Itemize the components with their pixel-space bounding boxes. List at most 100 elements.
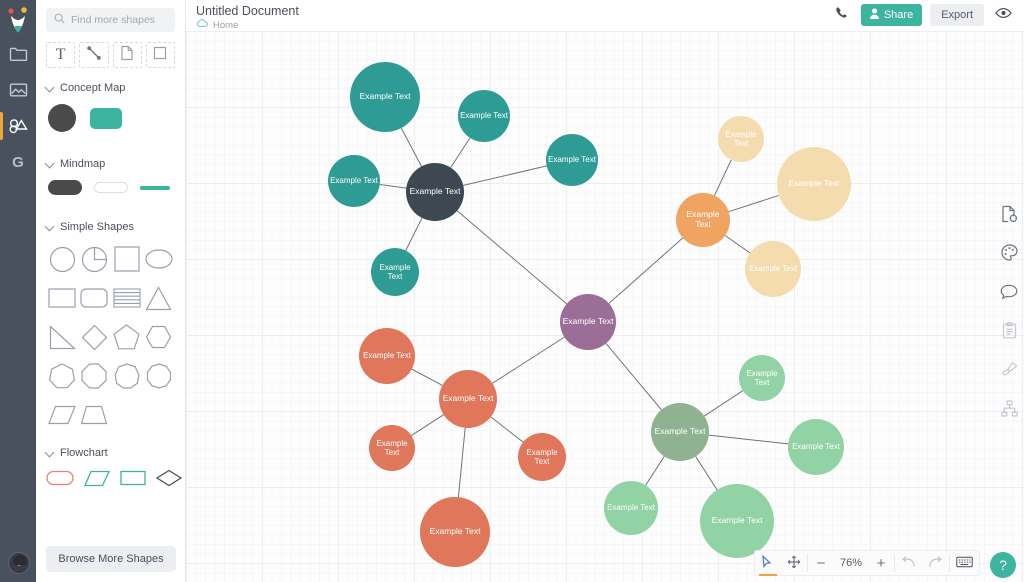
square-tool[interactable] <box>145 42 175 68</box>
shape-arc[interactable] <box>78 243 110 275</box>
image-icon <box>9 82 28 98</box>
shape-dark-circle[interactable] <box>48 104 76 132</box>
shape-nonagon[interactable] <box>111 360 143 392</box>
pan-tool-button[interactable] <box>781 550 807 576</box>
section-header-flowchart[interactable]: Flowchart <box>46 447 175 459</box>
user-avatar[interactable] <box>8 552 30 574</box>
notes-button[interactable] <box>998 322 1020 344</box>
concept-map-node[interactable]: Example Text <box>651 403 709 461</box>
shape-terminator[interactable] <box>46 470 74 491</box>
shape-decagon[interactable] <box>143 360 175 392</box>
select-tool-button[interactable] <box>755 550 781 576</box>
comments-button[interactable] <box>998 283 1020 305</box>
keyboard-shortcuts-button[interactable] <box>950 550 979 576</box>
section-header-simple-shapes[interactable]: Simple Shapes <box>46 221 175 233</box>
section-header-mindmap[interactable]: Mindmap <box>46 158 175 170</box>
shape-dark-stadium[interactable] <box>48 180 82 195</box>
text-tool[interactable]: T <box>46 42 76 68</box>
concept-map-node[interactable]: Example Text <box>718 116 764 162</box>
text-tool-icon: T <box>55 46 66 63</box>
concept-map-node[interactable]: Example Text <box>439 370 497 428</box>
breadcrumb-label: Home <box>213 19 239 31</box>
theme-colors-button[interactable] <box>998 244 1020 266</box>
diagram-canvas[interactable]: Example Text Example Text Example Text Exam… <box>186 31 1024 582</box>
concept-map-node[interactable]: Example Text <box>560 294 616 350</box>
shape-teal-line[interactable] <box>140 185 170 190</box>
shape-dotted-stadium[interactable] <box>94 182 128 193</box>
node-label: Example Text <box>562 316 614 327</box>
undo-button[interactable] <box>895 550 922 576</box>
zoom-out-button[interactable]: − <box>808 550 834 576</box>
breadcrumb[interactable]: Home <box>196 19 299 31</box>
shape-search-box[interactable] <box>46 8 175 32</box>
shape-rounded-rectangle[interactable] <box>78 282 110 314</box>
mindmap-shapes <box>46 180 175 195</box>
browse-more-shapes-button[interactable]: Browse More Shapes <box>46 546 176 572</box>
shape-search-input[interactable] <box>71 14 167 26</box>
help-button[interactable]: ? <box>990 552 1016 578</box>
sidebar-item-shapes[interactable] <box>0 108 36 144</box>
shape-triangle[interactable] <box>143 282 175 314</box>
app-logo-icon[interactable] <box>5 6 31 36</box>
node-label: Example Text <box>330 176 378 186</box>
concept-map-node[interactable]: Example Text <box>371 248 419 296</box>
concept-map-node[interactable]: Example Text <box>777 147 851 221</box>
shape-rectangle[interactable] <box>46 282 78 314</box>
share-button[interactable]: Share <box>860 4 923 26</box>
concept-map-node[interactable]: Example Text <box>546 134 598 186</box>
format-painter-button[interactable] <box>998 361 1020 383</box>
zoom-in-button[interactable]: + <box>868 550 894 576</box>
shape-teal-rounded-rect[interactable] <box>90 107 122 129</box>
concept-map-node[interactable]: Example Text <box>406 163 464 221</box>
node-label: Example Text <box>460 111 508 121</box>
concept-map-node[interactable]: Example Text <box>700 484 774 558</box>
shape-trapezoid[interactable] <box>78 399 110 431</box>
sidebar-item-files[interactable] <box>0 36 36 72</box>
call-button[interactable] <box>831 4 853 26</box>
shape-pentagon[interactable] <box>111 321 143 353</box>
page-icon <box>120 45 134 66</box>
concept-map-node[interactable]: Example Text <box>359 328 415 384</box>
shape-table[interactable] <box>111 282 143 314</box>
shape-process-rectangle[interactable] <box>120 470 146 491</box>
shape-data-parallelogram[interactable] <box>84 470 111 492</box>
shape-heptagon[interactable] <box>46 360 78 392</box>
concept-map-node[interactable]: Example Text <box>369 425 415 471</box>
concept-map-node[interactable]: Example Text <box>604 481 658 535</box>
concept-map-node[interactable]: Example Text <box>328 155 380 207</box>
shape-ellipse[interactable] <box>143 243 175 275</box>
zoom-level[interactable]: 76% <box>834 550 868 576</box>
shape-octagon[interactable] <box>78 360 110 392</box>
concept-map-node[interactable]: Example Text <box>745 241 801 297</box>
shape-square[interactable] <box>111 243 143 275</box>
concept-map-node[interactable]: Example Text <box>788 419 844 475</box>
concept-map-shapes <box>46 104 175 132</box>
shape-parallelogram[interactable] <box>46 399 78 431</box>
shape-decision-diamond[interactable] <box>155 469 183 492</box>
document-settings-button[interactable] <box>998 205 1020 227</box>
help-label: ? <box>999 557 1007 573</box>
concept-map-node[interactable]: Example Text <box>420 497 490 567</box>
section-header-concept-map[interactable]: Concept Map <box>46 82 175 94</box>
concept-map-node[interactable]: Example Text <box>458 90 510 142</box>
concept-map-node[interactable]: Example Text <box>676 193 730 247</box>
chevron-down-icon <box>46 223 54 231</box>
redo-button[interactable] <box>922 550 949 576</box>
section-concept-map: Concept Map <box>46 82 175 132</box>
chevron-down-icon <box>46 449 54 457</box>
preview-button[interactable] <box>992 4 1014 26</box>
sidebar-item-images[interactable] <box>0 72 36 108</box>
concept-map-node[interactable]: Example Text <box>518 433 566 481</box>
shape-diamond[interactable] <box>78 321 110 353</box>
shape-right-triangle[interactable] <box>46 321 78 353</box>
concept-map-node[interactable]: Example Text <box>739 355 785 401</box>
shape-hexagon[interactable] <box>143 321 175 353</box>
section-flowchart: Flowchart <box>46 447 183 492</box>
shape-circle[interactable] <box>46 243 78 275</box>
line-tool[interactable] <box>79 42 109 68</box>
note-tool[interactable] <box>112 42 142 68</box>
sidebar-item-google-drive[interactable]: G <box>0 144 36 180</box>
concept-map-node[interactable]: Example Text <box>350 62 420 132</box>
export-button[interactable]: Export <box>930 4 984 26</box>
structure-button[interactable] <box>998 400 1020 422</box>
